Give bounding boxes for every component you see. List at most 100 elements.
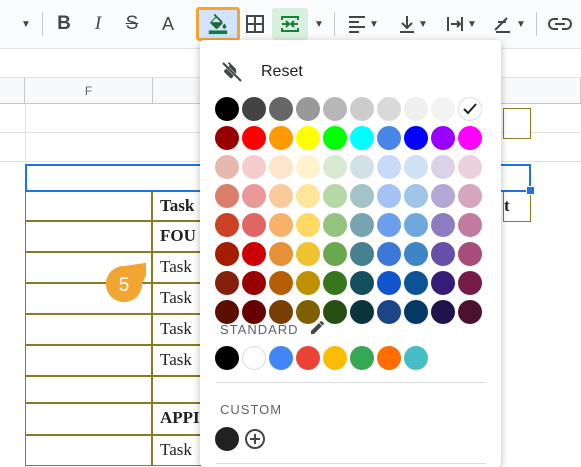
fill-color-button[interactable] <box>196 7 240 41</box>
color-swatch[interactable] <box>242 184 266 208</box>
vertical-align-button[interactable]: ▼ <box>392 8 434 40</box>
color-swatch[interactable] <box>431 184 455 208</box>
color-swatch[interactable] <box>323 184 347 208</box>
table-row-cell[interactable]: Task <box>152 191 202 221</box>
color-swatch[interactable] <box>323 97 347 121</box>
color-swatch[interactable] <box>350 271 374 295</box>
cell-right[interactable]: t <box>503 191 531 222</box>
color-swatch[interactable] <box>269 184 293 208</box>
color-swatch[interactable] <box>404 213 428 237</box>
standard-color-swatch[interactable] <box>269 346 293 370</box>
color-swatch[interactable] <box>404 155 428 179</box>
merge-cells-button[interactable] <box>272 8 308 40</box>
color-swatch[interactable] <box>269 271 293 295</box>
color-swatch[interactable] <box>377 126 401 150</box>
color-swatch[interactable] <box>242 155 266 179</box>
color-swatch[interactable] <box>242 126 266 150</box>
color-swatch[interactable] <box>296 242 320 266</box>
text-rotation-button[interactable]: ▼ <box>488 8 530 40</box>
reset-option[interactable]: Reset <box>200 52 501 92</box>
color-swatch[interactable] <box>215 155 239 179</box>
table-row-left-cell[interactable] <box>25 314 152 345</box>
table-row-cell[interactable]: Task <box>152 345 202 376</box>
color-swatch[interactable] <box>431 271 455 295</box>
color-swatch[interactable] <box>323 155 347 179</box>
standard-color-swatch[interactable] <box>350 346 374 370</box>
color-swatch[interactable] <box>296 126 320 150</box>
color-swatch[interactable] <box>377 213 401 237</box>
color-swatch[interactable] <box>242 242 266 266</box>
table-row-cell[interactable]: FOU <box>152 221 202 252</box>
color-swatch[interactable] <box>242 271 266 295</box>
color-swatch[interactable] <box>431 213 455 237</box>
color-swatch[interactable] <box>458 300 482 324</box>
color-swatch[interactable] <box>269 300 293 324</box>
color-swatch[interactable] <box>323 300 347 324</box>
table-row-left-cell[interactable] <box>25 345 152 376</box>
color-swatch[interactable] <box>296 271 320 295</box>
color-swatch[interactable] <box>269 242 293 266</box>
color-swatch[interactable] <box>269 155 293 179</box>
color-swatch[interactable] <box>431 300 455 324</box>
table-row-cell[interactable]: APPI <box>152 403 202 435</box>
color-swatch[interactable] <box>296 155 320 179</box>
table-row-cell[interactable]: Task <box>152 283 202 314</box>
strikethrough-button[interactable]: S <box>118 8 146 40</box>
color-swatch[interactable] <box>377 184 401 208</box>
text-wrapping-button[interactable]: ▼ <box>440 8 482 40</box>
color-swatch[interactable] <box>377 271 401 295</box>
table-row-left-cell[interactable] <box>25 191 152 221</box>
color-swatch[interactable] <box>377 155 401 179</box>
color-swatch[interactable] <box>296 184 320 208</box>
color-swatch[interactable] <box>269 97 293 121</box>
bold-button[interactable]: B <box>50 8 78 40</box>
horizontal-align-button[interactable]: ▼ <box>342 8 384 40</box>
table-row-left-cell[interactable] <box>25 221 152 252</box>
color-swatch[interactable] <box>404 97 428 121</box>
color-swatch[interactable] <box>242 213 266 237</box>
color-swatch[interactable] <box>323 126 347 150</box>
standard-color-swatch[interactable] <box>215 346 239 370</box>
custom-color-swatch[interactable] <box>215 427 239 451</box>
color-swatch[interactable] <box>350 213 374 237</box>
color-swatch[interactable] <box>350 97 374 121</box>
color-swatch[interactable] <box>215 126 239 150</box>
color-swatch[interactable] <box>458 184 482 208</box>
color-swatch[interactable] <box>350 184 374 208</box>
column-header-f[interactable]: F <box>25 78 153 104</box>
color-swatch[interactable] <box>242 300 266 324</box>
color-swatch[interactable] <box>242 97 266 121</box>
color-swatch[interactable] <box>377 97 401 121</box>
color-swatch[interactable] <box>296 213 320 237</box>
color-swatch[interactable] <box>215 213 239 237</box>
color-swatch[interactable] <box>431 126 455 150</box>
color-swatch[interactable] <box>215 97 239 121</box>
color-swatch[interactable] <box>404 126 428 150</box>
color-swatch[interactable] <box>323 242 347 266</box>
add-custom-icon[interactable] <box>244 428 266 450</box>
table-row-left-cell[interactable] <box>25 376 152 403</box>
italic-button[interactable]: I <box>84 8 112 40</box>
color-swatch[interactable] <box>431 242 455 266</box>
color-swatch[interactable] <box>215 184 239 208</box>
table-row-left-cell[interactable] <box>25 435 152 466</box>
standard-color-swatch[interactable] <box>296 346 320 370</box>
color-swatch[interactable] <box>215 271 239 295</box>
table-row-cell[interactable]: Task <box>152 435 202 466</box>
color-swatch[interactable] <box>404 271 428 295</box>
color-swatch[interactable] <box>215 242 239 266</box>
color-swatch[interactable] <box>404 300 428 324</box>
merge-dropdown-caret[interactable]: ▼ <box>310 8 326 40</box>
color-swatch[interactable] <box>350 155 374 179</box>
color-swatch[interactable] <box>350 126 374 150</box>
text-color-button[interactable]: A <box>154 8 182 40</box>
color-swatch[interactable] <box>323 213 347 237</box>
color-swatch[interactable] <box>458 97 482 121</box>
standard-color-swatch[interactable] <box>242 346 266 370</box>
table-row-left-cell[interactable] <box>25 403 152 435</box>
more-formats-caret[interactable]: ▼ <box>14 8 36 40</box>
standard-color-swatch[interactable] <box>377 346 401 370</box>
color-swatch[interactable] <box>431 97 455 121</box>
color-swatch[interactable] <box>377 300 401 324</box>
color-swatch[interactable] <box>350 300 374 324</box>
